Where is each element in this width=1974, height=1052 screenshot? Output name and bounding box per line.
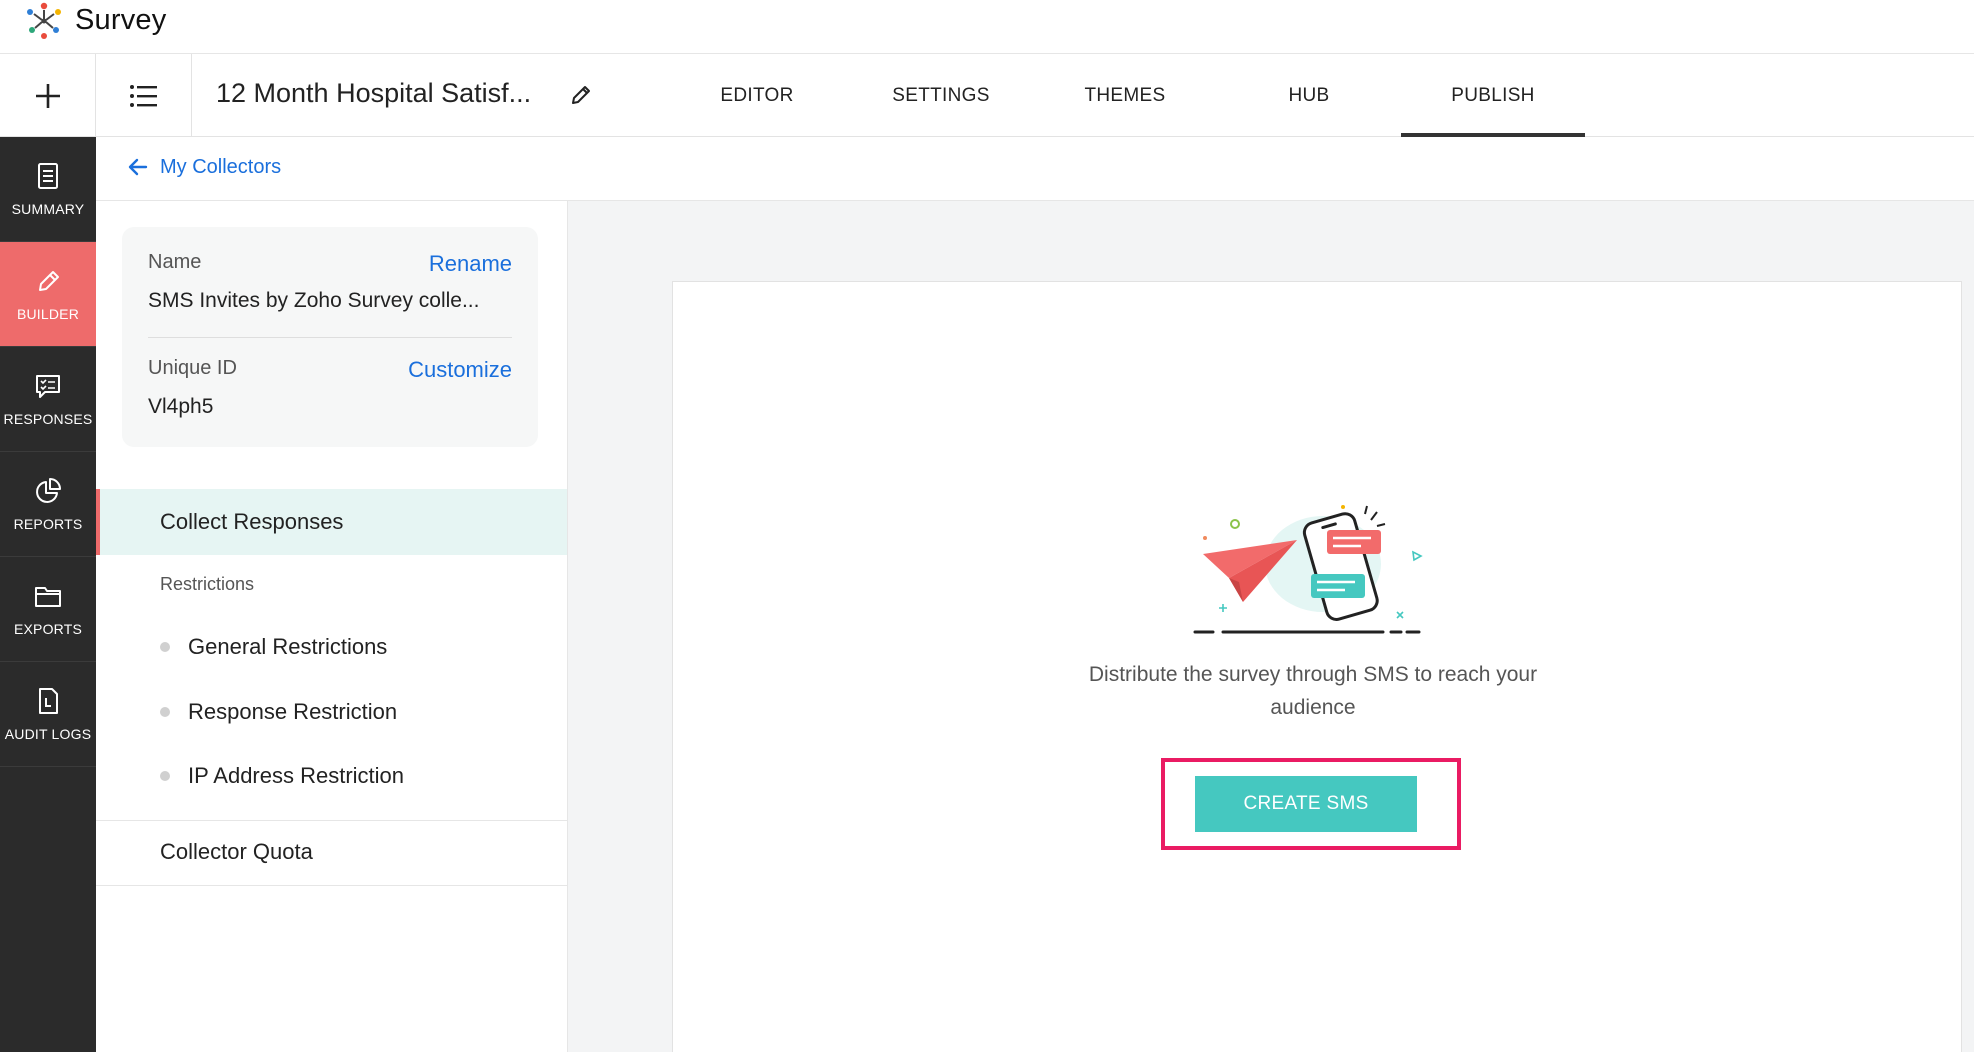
customize-link[interactable]: Customize — [408, 357, 512, 383]
survey-logo-icon — [27, 2, 61, 39]
add-survey-button[interactable] — [0, 54, 96, 137]
tab-hub[interactable]: HUB — [1217, 54, 1401, 137]
create-sms-button[interactable]: CREATE SMS — [1195, 776, 1417, 832]
general-restrictions-item[interactable]: General Restrictions — [160, 634, 387, 660]
arrow-left-icon — [128, 158, 148, 176]
sms-illustration-icon — [1193, 505, 1423, 634]
sms-empty-state-card: Distribute the survey through SMS to rea… — [672, 281, 1962, 1052]
card-divider — [148, 337, 512, 338]
restrictions-heading: Restrictions — [160, 574, 255, 594]
ip-address-restriction-item[interactable]: IP Address Restriction — [160, 763, 404, 789]
tab-publish[interactable]: PUBLISH — [1401, 54, 1585, 137]
sidebar-item-audit-logs[interactable]: AUDIT LOGS — [0, 662, 96, 767]
tab-themes[interactable]: THEMES — [1033, 54, 1217, 137]
bullet-icon — [160, 707, 170, 717]
collect-responses-item[interactable]: Collect Responses — [96, 489, 567, 555]
response-restriction-item[interactable]: Response Restriction — [160, 699, 397, 725]
sidebar-item-exports[interactable]: EXPORTS — [0, 557, 96, 662]
app-name: Survey — [75, 4, 167, 36]
response-restriction-label: Response Restriction — [188, 699, 398, 724]
plus-icon — [35, 83, 60, 108]
responses-icon — [36, 375, 60, 398]
name-label: Name — [148, 251, 202, 273]
collector-panel: Name Rename SMS Invites by Zoho Survey c… — [96, 201, 568, 1052]
top-tabs: EDITOR SETTINGS THEMES HUB PUBLISH — [665, 54, 1585, 137]
sidebar-item-label: EXPORTS — [13, 621, 83, 637]
rename-link[interactable]: Rename — [429, 251, 512, 277]
left-sidebar: SUMMARY BUILDER RESPONSES REPORTS EXPORT… — [0, 137, 96, 1052]
breadcrumb-my-collectors[interactable]: My Collectors — [126, 155, 281, 179]
main-area: Distribute the survey through SMS to rea… — [568, 201, 1974, 1052]
survey-title: 12 Month Hospital Satisf... — [216, 78, 532, 108]
list-icon — [129, 84, 157, 107]
sidebar-item-label: REPORTS — [13, 516, 83, 532]
brand-bar: Survey — [0, 0, 1974, 54]
ip-address-restriction-label: IP Address Restriction — [188, 763, 405, 788]
collector-info-card: Name Rename SMS Invites by Zoho Survey c… — [122, 227, 538, 447]
bullet-icon — [160, 642, 170, 652]
breadcrumb-label: My Collectors — [160, 155, 282, 178]
sidebar-item-label: AUDIT LOGS — [4, 726, 92, 742]
create-sms-highlight-box: CREATE SMS — [1161, 758, 1461, 850]
sms-description: Distribute the survey through SMS to rea… — [1088, 663, 1538, 719]
top-bar: 12 Month Hospital Satisf... EDITOR SETTI… — [0, 54, 1974, 137]
general-restrictions-label: General Restrictions — [188, 634, 388, 659]
bullet-icon — [160, 771, 170, 781]
sidebar-item-label: SUMMARY — [11, 201, 85, 217]
edit-title-pencil-icon[interactable] — [568, 82, 594, 108]
section-divider — [96, 820, 567, 821]
sidebar-item-label: BUILDER — [16, 306, 80, 322]
collector-name-value: SMS Invites by Zoho Survey colle... — [148, 289, 480, 312]
summary-icon — [38, 163, 58, 189]
tab-settings[interactable]: SETTINGS — [849, 54, 1033, 137]
sidebar-item-summary[interactable]: SUMMARY — [0, 137, 96, 242]
pie-chart-icon — [36, 478, 61, 503]
pencil-icon — [39, 271, 59, 291]
breadcrumb-bar: My Collectors — [96, 137, 1974, 201]
survey-list-button[interactable] — [96, 54, 192, 137]
collector-quota-item[interactable]: Collector Quota — [160, 839, 313, 865]
sidebar-item-builder[interactable]: BUILDER — [0, 242, 96, 347]
audit-log-icon — [39, 688, 58, 714]
unique-id-value: Vl4ph5 — [148, 395, 214, 418]
collect-responses-label: Collect Responses — [160, 509, 344, 534]
unique-id-label: Unique ID — [148, 357, 237, 379]
sidebar-item-reports[interactable]: REPORTS — [0, 452, 96, 557]
folder-icon — [35, 587, 61, 607]
sidebar-item-label: RESPONSES — [3, 411, 93, 427]
section-divider — [96, 885, 567, 886]
sidebar-item-responses[interactable]: RESPONSES — [0, 347, 96, 452]
tab-editor[interactable]: EDITOR — [665, 54, 849, 137]
